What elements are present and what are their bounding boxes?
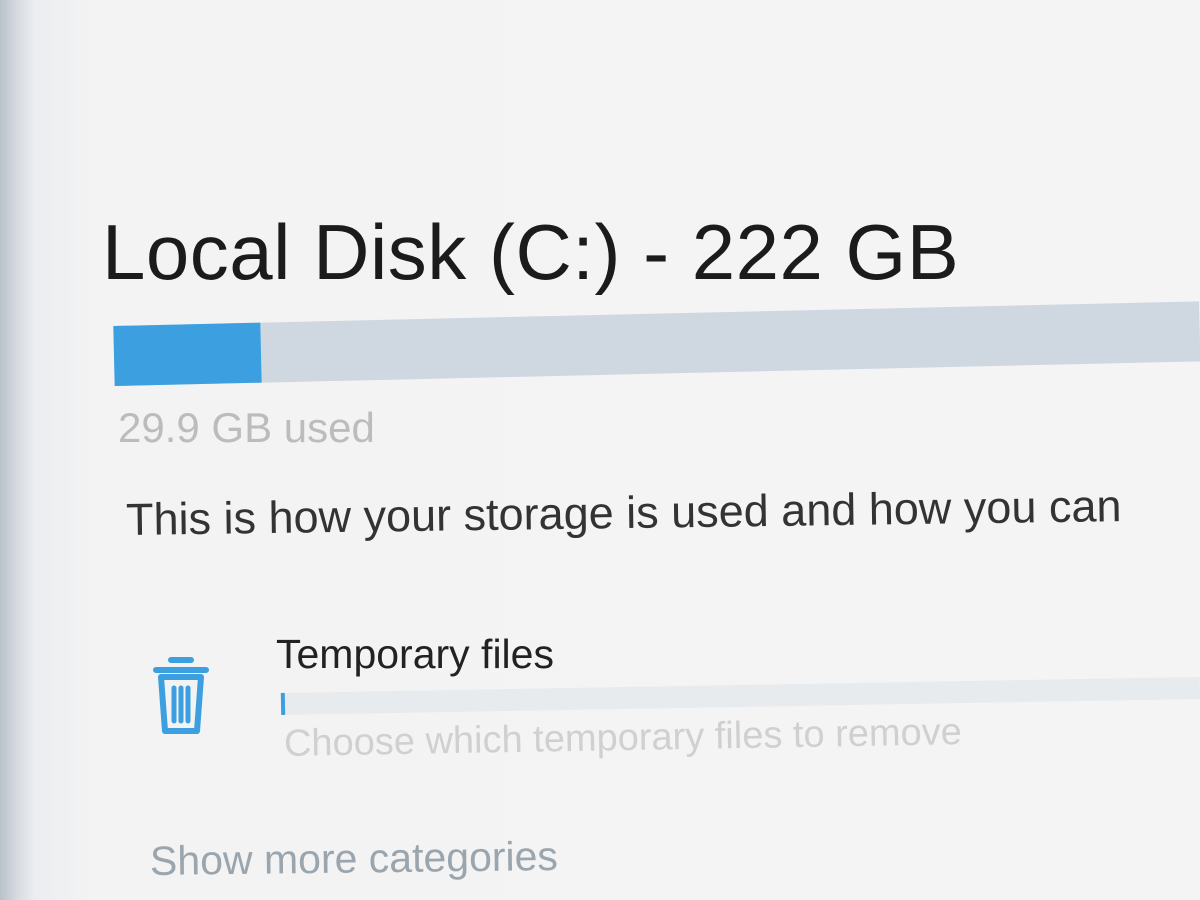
temporary-files-category[interactable]: Temporary files Choose which temporary f… <box>142 628 1200 778</box>
storage-settings-screen: Local Disk (C:) - 222 GB 29.9 GB used Th… <box>0 0 1200 900</box>
category-name: Temporary files <box>276 631 554 677</box>
show-more-categories-link[interactable]: Show more categories <box>150 830 559 887</box>
disk-usage-fill <box>113 322 262 386</box>
screen-edge <box>0 0 34 900</box>
disk-used-label: 29.9 GB used <box>118 404 375 451</box>
storage-description: This is how your storage is used and how… <box>125 480 1122 545</box>
trash-icon <box>153 657 209 734</box>
disk-title: Local Disk (C:) - 222 GB <box>102 208 960 296</box>
temporary-files-usage-fill <box>280 692 285 715</box>
temporary-files-usage-bar <box>280 676 1200 715</box>
disk-usage-bar <box>113 301 1200 386</box>
category-subtitle: Choose which temporary files to remove <box>283 711 963 765</box>
